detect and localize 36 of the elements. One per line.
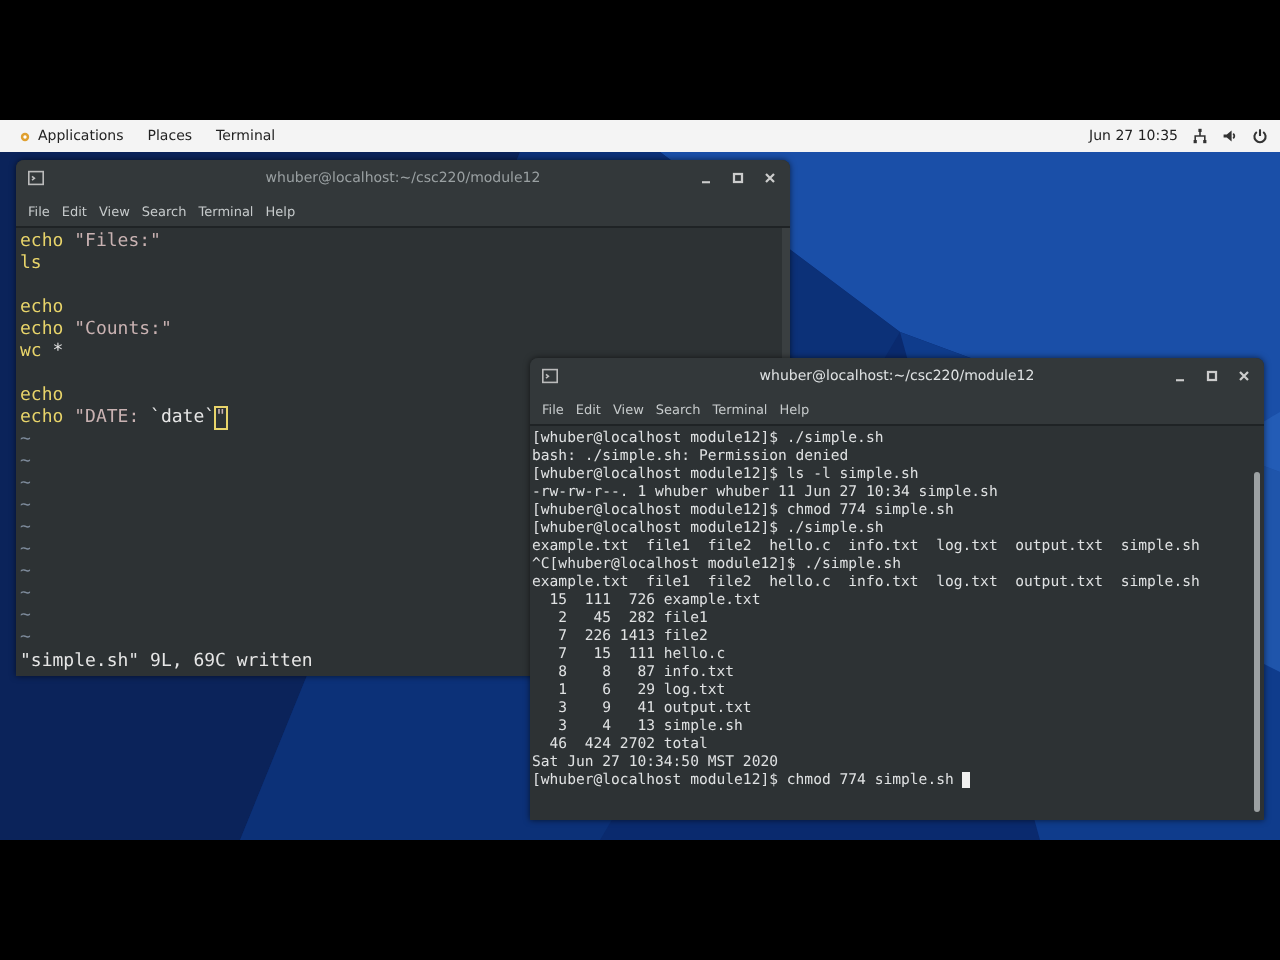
empty-line-marker: ~ [20,628,31,648]
text-cursor [962,771,971,787]
power-icon[interactable] [1252,128,1268,144]
empty-line-marker: ~ [20,496,31,516]
empty-line-marker: ~ [20,584,31,604]
code-token: * [50,342,64,362]
close-icon[interactable] [1236,368,1252,384]
empty-line-marker: ~ [20,562,31,582]
terminal-icon [28,170,44,186]
apps-icon [18,129,32,143]
scrollbar[interactable] [1254,472,1260,812]
code-token: echo [20,320,64,340]
status-message: "simple.sh" 9L, 69C written [20,652,313,672]
empty-line-marker: ~ [20,430,31,450]
code-token: wc [20,342,42,362]
network-icon[interactable] [1192,128,1208,144]
code-token: `date` [150,408,216,428]
code-token: echo [20,386,64,406]
code-token: echo [20,408,64,428]
terminal-icon [542,368,558,384]
empty-line-marker: ~ [20,518,31,538]
code-token: echo [20,232,64,252]
empty-line-marker: ~ [20,540,31,560]
code-token: "DATE: [72,408,142,428]
empty-line-marker: ~ [20,606,31,626]
code-token: ls [20,254,42,274]
close-icon[interactable] [762,170,778,186]
empty-line-marker: ~ [20,474,31,494]
text-cursor: " [215,408,226,428]
maximize-icon[interactable] [1204,368,1220,384]
empty-line-marker: ~ [20,452,31,472]
code-token: "Counts:" [72,320,172,340]
code-token: "Files:" [72,232,161,252]
volume-icon[interactable] [1222,128,1238,144]
code-token: echo [20,298,64,318]
maximize-icon[interactable] [730,170,746,186]
